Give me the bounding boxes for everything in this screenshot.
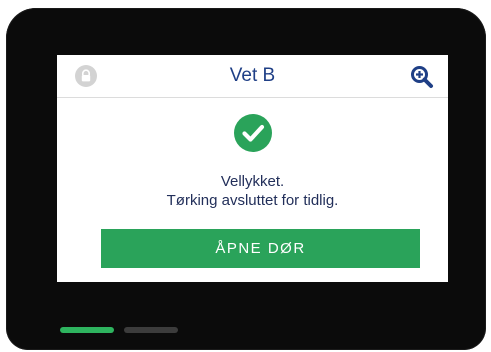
status-line-success: Vellykket. xyxy=(220,173,285,190)
lock-icon xyxy=(75,65,97,87)
display-screen: Vet B Vellykket. Tørking avsluttet for t… xyxy=(57,55,448,282)
page-indicator-inactive[interactable] xyxy=(124,327,178,333)
page-title: Vet B xyxy=(229,65,276,86)
search-zoom-icon[interactable] xyxy=(410,65,434,89)
device-bezel: Vet B Vellykket. Tørking avsluttet for t… xyxy=(6,8,486,350)
header-bar: Vet B xyxy=(57,55,448,98)
status-message: Vellykket. Tørking avsluttet for tidlig. xyxy=(57,172,448,210)
page-indicator-active[interactable] xyxy=(60,327,114,333)
open-door-button[interactable]: ÅPNE DØR xyxy=(101,229,420,268)
success-check-icon xyxy=(234,114,272,152)
status-line-detail: Tørking avsluttet for tidlig. xyxy=(166,192,339,209)
